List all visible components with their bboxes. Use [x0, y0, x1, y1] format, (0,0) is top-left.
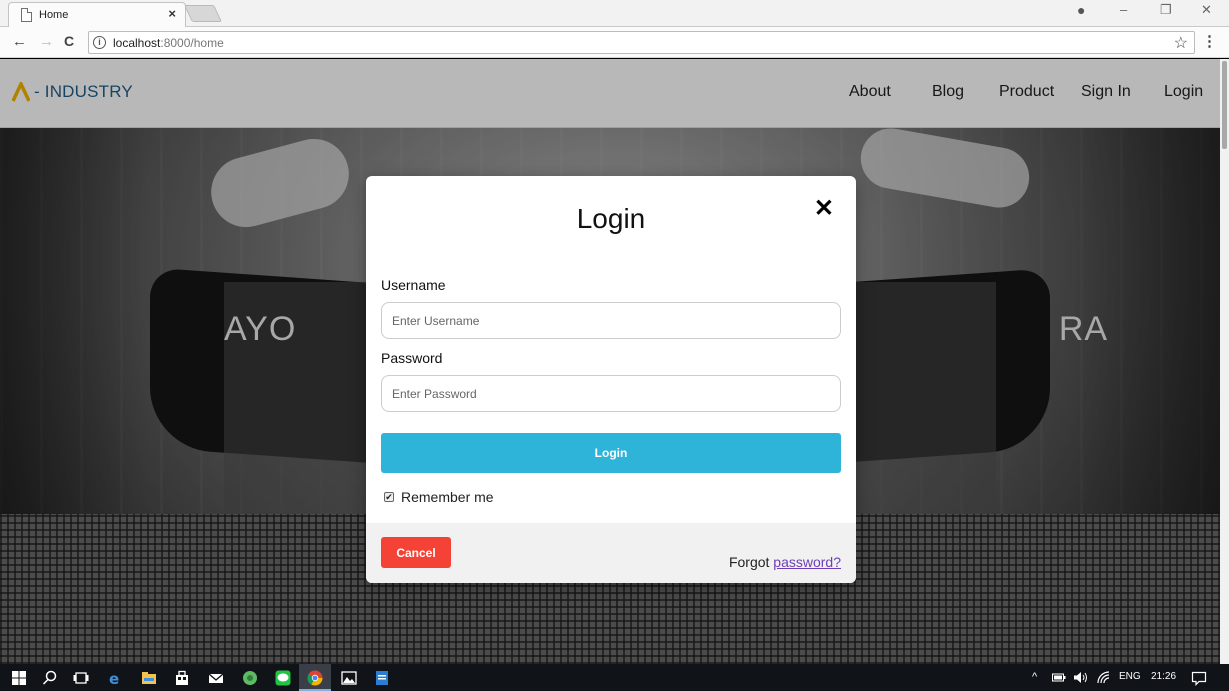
globe-app-icon[interactable]: [242, 670, 258, 686]
store-icon[interactable]: [174, 670, 190, 686]
edge-browser-icon[interactable]: e: [107, 670, 123, 686]
action-center-icon[interactable]: [1191, 670, 1207, 686]
chrome-icon[interactable]: [307, 670, 323, 686]
password-label: Password: [381, 350, 443, 366]
new-tab-button[interactable]: [184, 5, 222, 22]
reload-icon[interactable]: C: [64, 33, 74, 49]
tab-close-icon[interactable]: ×: [168, 6, 176, 21]
url-field[interactable]: i localhost:8000/home ☆: [88, 31, 1195, 54]
browser-menu-icon[interactable]: ⋮: [1202, 32, 1217, 50]
bookmark-star-icon[interactable]: ☆: [1174, 33, 1188, 53]
scrollbar-thumb[interactable]: [1222, 61, 1227, 149]
forgot-password: Forgot password?: [729, 554, 841, 570]
windows-taskbar: e ^ ENG 21:26: [0, 664, 1229, 691]
info-icon[interactable]: i: [93, 36, 106, 49]
windows-start-icon[interactable]: [11, 670, 27, 686]
browser-tab-strip: Home × ● – ❐ ✕: [0, 0, 1229, 27]
page-icon: [21, 8, 32, 22]
tab-title: Home: [39, 9, 69, 21]
cancel-button[interactable]: Cancel: [381, 537, 451, 568]
wifi-icon[interactable]: [1097, 671, 1111, 684]
address-bar: ← → C i localhost:8000/home ☆ ⋮: [0, 27, 1229, 58]
volume-icon[interactable]: [1073, 671, 1089, 684]
login-modal: Login ✕ Username Password Login ✔ Rememb…: [366, 176, 856, 583]
document-app-icon[interactable]: [374, 670, 390, 686]
tray-overflow-chevron-icon[interactable]: ^: [1032, 671, 1037, 683]
forward-icon[interactable]: →: [39, 33, 54, 50]
system-clock[interactable]: 21:26: [1151, 671, 1176, 682]
task-view-icon[interactable]: [73, 670, 89, 686]
forgot-prefix: Forgot: [728, 554, 774, 570]
svg-text:e: e: [109, 670, 119, 686]
remember-checkbox[interactable]: ✔: [384, 492, 394, 502]
minimize-icon[interactable]: –: [1120, 2, 1127, 17]
modal-footer: Cancel Forgot password?: [366, 523, 856, 583]
username-label: Username: [381, 277, 446, 293]
browser-tab-home[interactable]: Home ×: [8, 2, 186, 27]
url-text: localhost:8000/home: [113, 36, 224, 50]
forgot-password-link[interactable]: password?: [773, 554, 841, 570]
modal-close-icon[interactable]: ✕: [814, 194, 834, 223]
login-submit-button[interactable]: Login: [381, 433, 841, 473]
account-icon[interactable]: ●: [1077, 2, 1085, 18]
file-explorer-icon[interactable]: [141, 670, 157, 686]
mail-icon[interactable]: [208, 670, 224, 686]
restore-icon[interactable]: ❐: [1160, 2, 1172, 18]
photos-icon[interactable]: [341, 670, 357, 686]
password-input[interactable]: [381, 375, 841, 412]
username-input[interactable]: [381, 302, 841, 339]
page-scrollbar[interactable]: [1220, 59, 1229, 664]
input-language[interactable]: ENG: [1119, 671, 1141, 682]
search-icon[interactable]: [42, 670, 58, 686]
remember-me: ✔ Remember me: [384, 489, 494, 505]
modal-title: Login: [576, 203, 646, 234]
page-viewport: - INDUSTRY About Blog Product Sign In Lo…: [0, 59, 1229, 664]
back-icon[interactable]: ←: [12, 33, 27, 50]
window-close-icon[interactable]: ✕: [1201, 2, 1212, 18]
line-chat-icon[interactable]: [275, 670, 291, 686]
battery-icon[interactable]: [1052, 672, 1066, 683]
remember-label: Remember me: [401, 489, 494, 505]
